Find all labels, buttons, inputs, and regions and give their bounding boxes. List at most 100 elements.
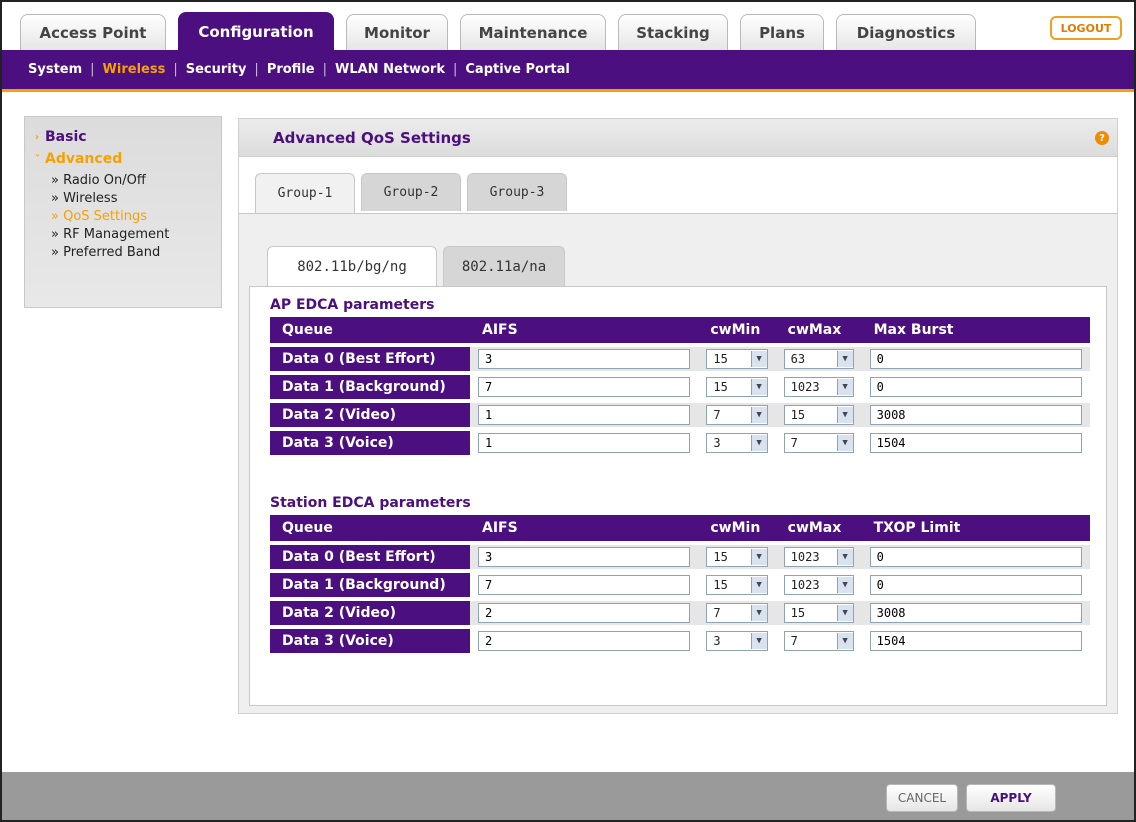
chevron-down-icon: ▼	[750, 407, 767, 423]
aifs-input[interactable]	[478, 631, 691, 651]
aifs-input[interactable]	[478, 433, 691, 453]
table-row: Data 0 (Best Effort) 15 ▼ 1023 ▼	[270, 545, 1090, 569]
extra-cell	[861, 431, 1090, 455]
cwmin-value: 15	[713, 578, 728, 592]
max-burst-input[interactable]	[869, 433, 1082, 453]
sidebar-advanced-label: Advanced	[45, 151, 123, 167]
cwmin-select[interactable]: 7 ▼	[706, 405, 768, 425]
cancel-button[interactable]: CANCEL	[886, 784, 958, 812]
aifs-input[interactable]	[478, 377, 691, 397]
cwmax-value: 1023	[790, 578, 820, 592]
aifs-cell	[470, 347, 699, 371]
cwmax-select[interactable]: 15 ▼	[783, 405, 854, 425]
cwmin-value: 15	[713, 550, 728, 564]
queue-name: Data 3 (Voice)	[270, 431, 470, 455]
tab-maintenance[interactable]: Maintenance	[460, 14, 606, 50]
sidebar-basic-label: Basic	[45, 129, 87, 145]
txop-limit-input[interactable]	[869, 631, 1082, 651]
help-icon[interactable]: ?	[1095, 131, 1109, 145]
col-queue: Queue	[270, 515, 470, 541]
aifs-input[interactable]	[478, 575, 691, 595]
sidebar-item-preferred-band[interactable]: » Preferred Band	[35, 245, 211, 260]
cwmin-select[interactable]: 15 ▼	[706, 377, 768, 397]
aifs-cell	[470, 545, 699, 569]
tab-stacking[interactable]: Stacking	[618, 14, 728, 50]
cwmax-select[interactable]: 7 ▼	[783, 433, 854, 453]
chevron-down-icon: ▼	[750, 351, 767, 367]
aifs-input[interactable]	[478, 349, 691, 369]
chevron-down-icon: ▼	[836, 351, 853, 367]
station-edca-title: Station EDCA parameters	[270, 495, 471, 511]
cwmin-select[interactable]: 3 ▼	[706, 631, 768, 651]
cwmax-select[interactable]: 7 ▼	[783, 631, 854, 651]
sidebar-item-radio-on-off[interactable]: » Radio On/Off	[35, 173, 211, 188]
table-row: Data 1 (Background) 15 ▼ 1023 ▼	[270, 573, 1090, 597]
aifs-input[interactable]	[478, 547, 691, 567]
chevron-down-icon: ▼	[750, 577, 767, 593]
subnav-system[interactable]: System	[20, 62, 90, 77]
cwmax-cell: 1023 ▼	[775, 375, 862, 399]
subnav-wlan-network[interactable]: WLAN Network	[327, 62, 453, 77]
chevron-down-icon: ▼	[836, 435, 853, 451]
cwmin-select[interactable]: 7 ▼	[706, 603, 768, 623]
txop-limit-input[interactable]	[869, 603, 1082, 623]
cwmin-value: 3	[713, 436, 721, 450]
tab-band-bgn[interactable]: 802.11b/bg/ng	[267, 246, 437, 286]
txop-limit-input[interactable]	[869, 547, 1082, 567]
sidebar-item-qos-settings[interactable]: » QoS Settings	[35, 209, 211, 224]
sidebar: › Basic ˅ Advanced » Radio On/Off » Wire…	[24, 116, 222, 308]
tab-diagnostics[interactable]: Diagnostics	[836, 14, 976, 50]
table-row: Data 0 (Best Effort) 15 ▼ 63 ▼	[270, 347, 1090, 371]
cwmin-select[interactable]: 15 ▼	[706, 547, 768, 567]
queue-name: Data 2 (Video)	[270, 403, 470, 427]
cwmax-select[interactable]: 1023 ▼	[783, 547, 854, 567]
cwmax-value: 15	[790, 606, 806, 620]
cwmax-select[interactable]: 1023 ▼	[783, 377, 854, 397]
cwmin-select[interactable]: 3 ▼	[706, 433, 768, 453]
table-row: Data 1 (Background) 15 ▼ 1023 ▼	[270, 375, 1090, 399]
subnav-wireless[interactable]: Wireless	[95, 62, 174, 77]
tab-group-1[interactable]: Group-1	[255, 173, 355, 213]
queue-name: Data 0 (Best Effort)	[270, 347, 470, 371]
ap-edca-table: Queue AIFS cwMin cwMax Max Burst Data 0 …	[270, 313, 1090, 459]
chevron-down-icon: ▼	[836, 407, 853, 423]
aifs-input[interactable]	[478, 603, 691, 623]
tab-configuration[interactable]: Configuration	[178, 12, 334, 50]
subnav-security[interactable]: Security	[178, 62, 255, 77]
tab-plans[interactable]: Plans	[740, 14, 824, 50]
panel-title: Advanced QoS Settings	[273, 128, 471, 147]
extra-cell	[861, 403, 1090, 427]
tab-band-ana[interactable]: 802.11a/na	[443, 246, 565, 286]
cwmax-select[interactable]: 15 ▼	[783, 603, 854, 623]
col-max-burst: Max Burst	[861, 317, 1090, 343]
chevron-down-icon: ▼	[750, 605, 767, 621]
cwmax-value: 7	[790, 436, 798, 450]
cwmax-cell: 7 ▼	[775, 431, 862, 455]
tab-monitor[interactable]: Monitor	[346, 14, 448, 50]
tab-group-2[interactable]: Group-2	[361, 173, 461, 211]
subnav-captive-portal[interactable]: Captive Portal	[457, 62, 577, 77]
max-burst-input[interactable]	[869, 405, 1082, 425]
logout-button[interactable]: LOGOUT	[1050, 16, 1122, 40]
cwmax-cell: 1023 ▼	[775, 573, 862, 597]
sidebar-basic[interactable]: › Basic	[35, 129, 211, 145]
cwmin-value: 15	[713, 380, 728, 394]
cwmin-select[interactable]: 15 ▼	[706, 575, 768, 595]
cwmax-select[interactable]: 1023 ▼	[783, 575, 854, 595]
apply-button[interactable]: APPLY	[966, 784, 1056, 812]
queue-name: Data 1 (Background)	[270, 375, 470, 399]
queue-name: Data 0 (Best Effort)	[270, 545, 470, 569]
sidebar-advanced[interactable]: ˅ Advanced	[35, 151, 211, 167]
sidebar-item-rf-management[interactable]: » RF Management	[35, 227, 211, 242]
sidebar-item-wireless[interactable]: » Wireless	[35, 191, 211, 206]
tab-group-3[interactable]: Group-3	[467, 173, 567, 211]
aifs-input[interactable]	[478, 405, 691, 425]
max-burst-input[interactable]	[869, 349, 1082, 369]
subnav-profile[interactable]: Profile	[259, 62, 323, 77]
qos-panel: Advanced QoS Settings ? Group-1 Group-2 …	[238, 118, 1118, 714]
tab-access-point[interactable]: Access Point	[20, 14, 166, 50]
cwmax-select[interactable]: 63 ▼	[783, 349, 854, 369]
max-burst-input[interactable]	[869, 377, 1082, 397]
txop-limit-input[interactable]	[869, 575, 1082, 595]
cwmin-select[interactable]: 15 ▼	[706, 349, 768, 369]
